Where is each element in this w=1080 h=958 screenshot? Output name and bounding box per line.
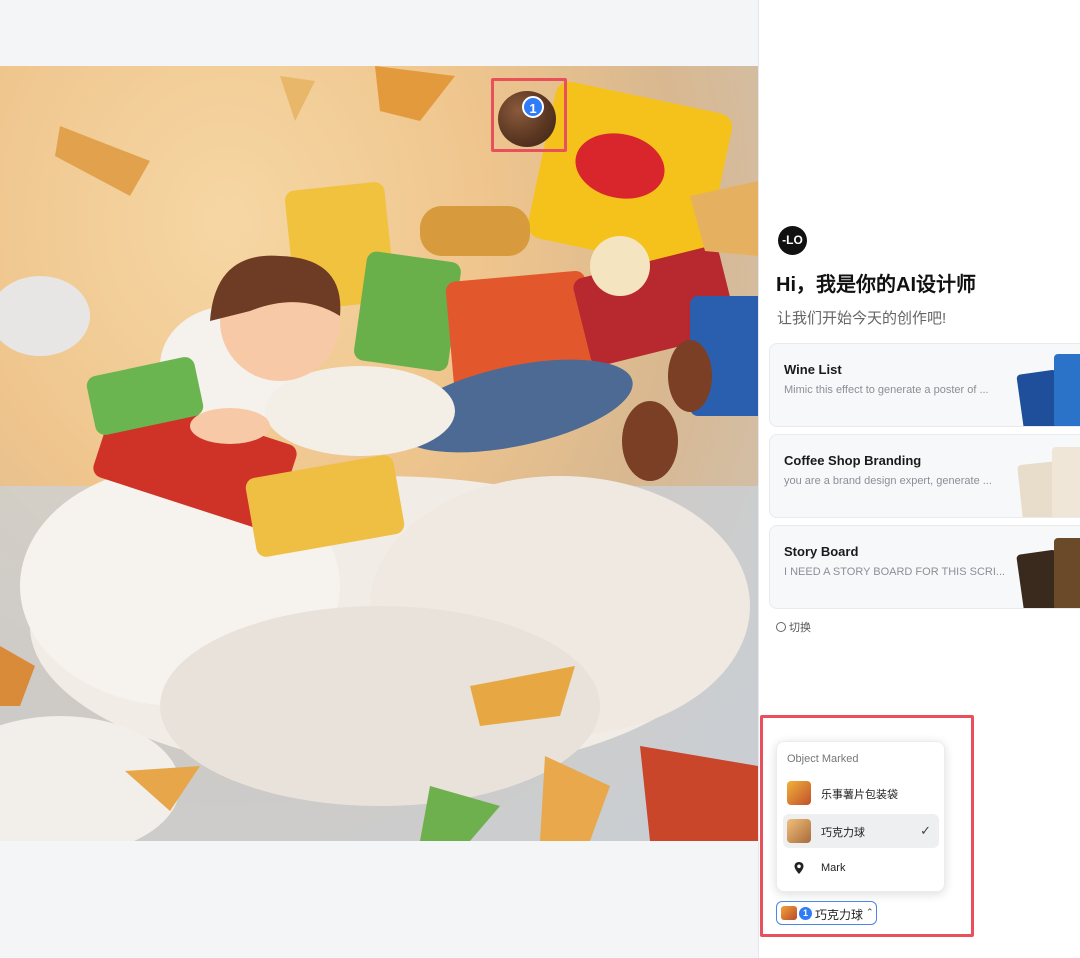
switch-button[interactable]: 切换: [776, 619, 811, 635]
card-title: Coffee Shop Branding: [784, 453, 922, 468]
marker-pin-badge[interactable]: 1: [522, 96, 544, 118]
card-title: Story Board: [784, 544, 859, 559]
selected-object-chip[interactable]: 1 巧克力球 ⌃: [776, 901, 877, 925]
assistant-logo: -LO: [778, 226, 807, 255]
card-thumbnail: [1054, 538, 1080, 608]
card-title: Wine List: [784, 362, 842, 377]
card-thumbnail: [1054, 354, 1080, 426]
dropdown-item-chips-bag[interactable]: 乐事薯片包装袋: [783, 776, 939, 810]
card-description: Mimic this effect to generate a poster o…: [784, 384, 989, 396]
dropdown-item-label: Mark: [821, 862, 846, 874]
dropdown-item-mark[interactable]: Mark: [783, 852, 939, 886]
object-marked-dropdown: Object Marked 乐事薯片包装袋 巧克力球 ✓ Mark: [776, 741, 945, 892]
card-thumbnail: [1052, 447, 1080, 517]
pin-icon: [794, 862, 804, 874]
chip-label: 巧克力球: [815, 908, 864, 922]
chips-thumbnail-icon: [787, 781, 811, 805]
prompt-card-coffee-shop[interactable]: Coffee Shop Branding you are a brand des…: [769, 434, 1080, 518]
check-icon: ✓: [920, 823, 931, 838]
greeting-subtitle: 让我们开始今天的创作吧!: [777, 310, 947, 327]
prompt-card-wine-list[interactable]: Wine List Mimic this effect to generate …: [769, 343, 1080, 427]
dropdown-item-label: 巧克力球: [821, 827, 865, 839]
card-description: I NEED A STORY BOARD FOR THIS SCRI...: [784, 566, 1006, 578]
chip-pin-badge: 1: [799, 907, 812, 920]
chocolate-ball-thumbnail-icon: [787, 819, 811, 843]
chip-thumbnail-icon: [781, 906, 797, 920]
dropdown-item-label: 乐事薯片包装袋: [821, 789, 898, 801]
switch-label: 切换: [789, 622, 811, 634]
card-description: you are a brand design expert, generate …: [784, 475, 992, 487]
artwork-illustration: [0, 66, 758, 841]
dropdown-header: Object Marked: [787, 753, 859, 765]
greeting-title: Hi，我是你的AI设计师: [776, 274, 976, 296]
artwork-image[interactable]: [0, 66, 758, 841]
refresh-icon: [776, 622, 786, 632]
dropdown-item-chocolate-ball[interactable]: 巧克力球 ✓: [783, 814, 939, 848]
chevron-up-icon[interactable]: ⌃: [866, 907, 874, 918]
prompt-card-story-board[interactable]: Story Board I NEED A STORY BOARD FOR THI…: [769, 525, 1080, 609]
